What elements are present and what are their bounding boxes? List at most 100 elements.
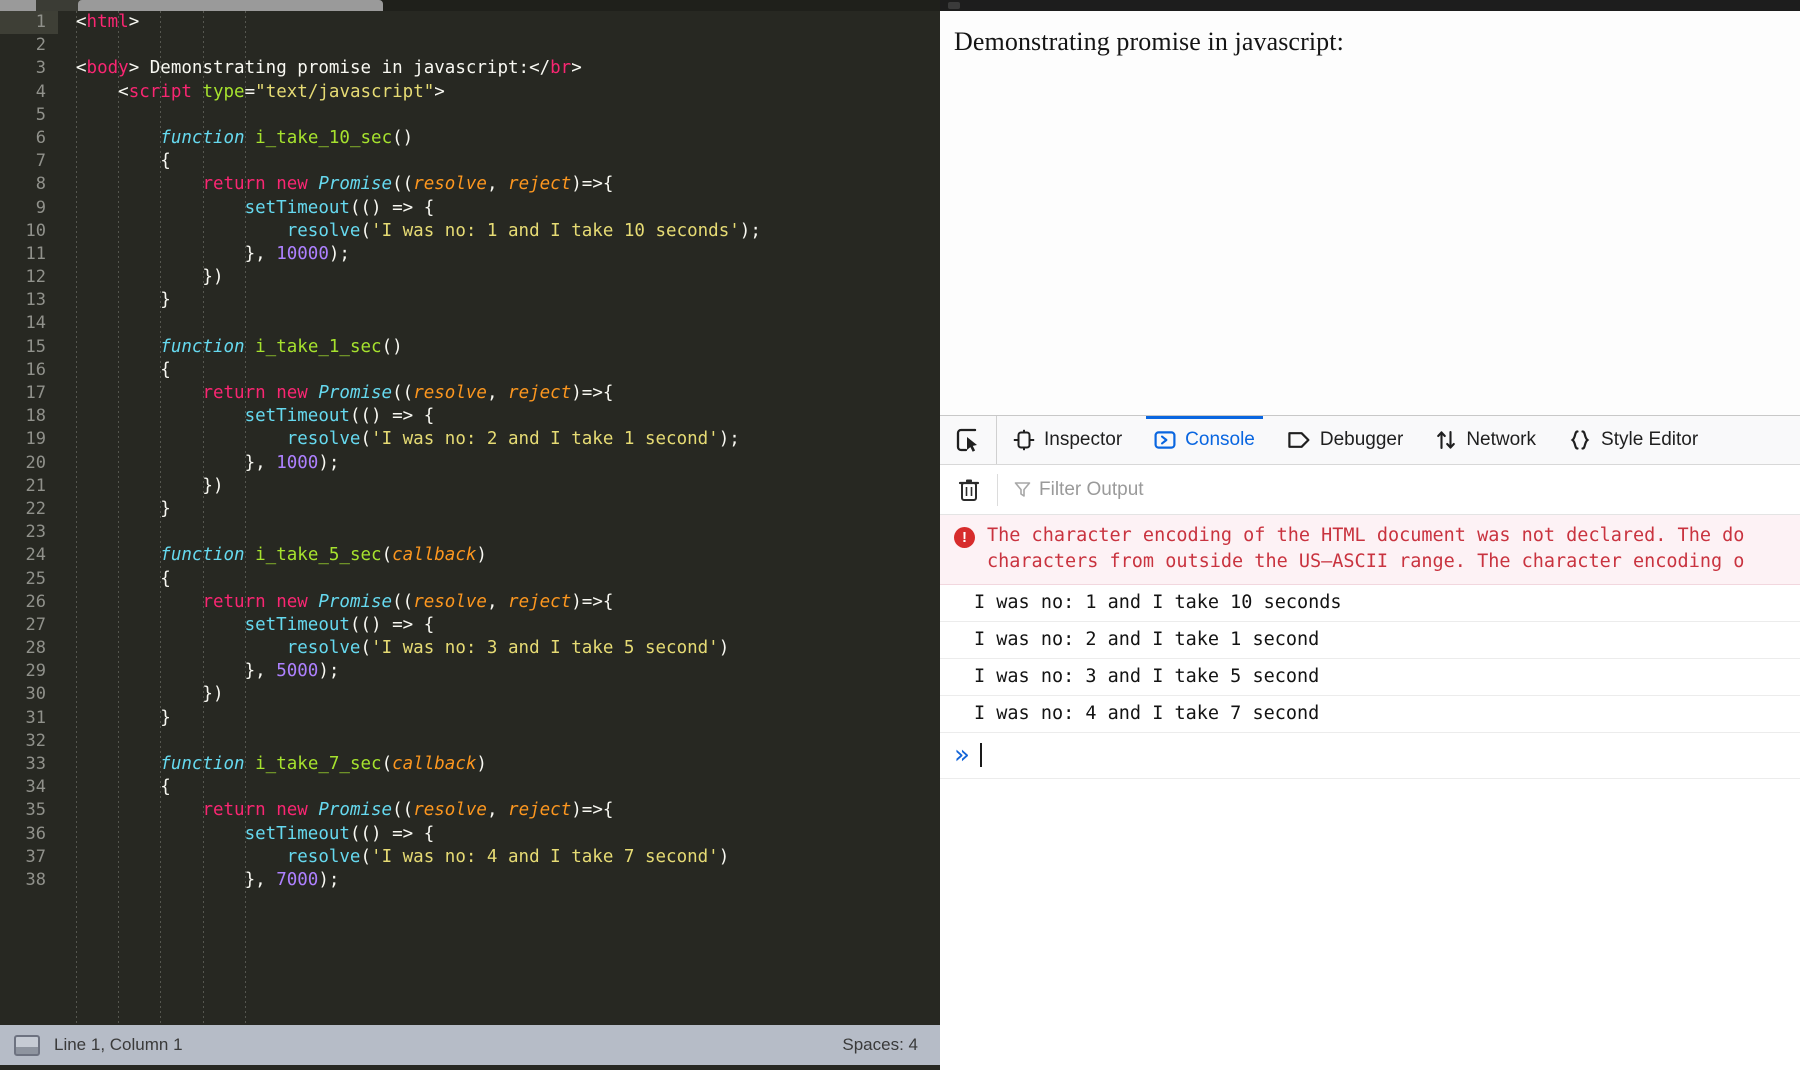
code-line[interactable]: } xyxy=(58,289,940,312)
editor-tab-active[interactable] xyxy=(36,0,82,11)
line-number: 28 xyxy=(25,638,46,659)
cursor-position-label[interactable]: Line 1, Column 1 xyxy=(54,1035,183,1055)
code-token: ( xyxy=(381,545,393,566)
code-line[interactable]: }) xyxy=(58,475,940,498)
editor-tab-bar[interactable] xyxy=(0,0,940,11)
code-area[interactable]: 1 2 3 4 5 6 7 8 9 10 11 12 13 14 15 16 17 18 19 20 21 22 23 24 2… xyxy=(0,11,940,1025)
tab-console[interactable]: Console xyxy=(1138,416,1271,464)
code-line[interactable]: } xyxy=(58,707,940,730)
code-line[interactable] xyxy=(58,730,940,753)
code-token: }, xyxy=(76,869,277,890)
filter-output-placeholder: Filter Output xyxy=(1039,478,1144,500)
code-token: function xyxy=(160,127,245,148)
line-number: 16 xyxy=(25,359,46,380)
code-token: 'I was no: 1 and I take 10 seconds' xyxy=(371,220,740,241)
code-line[interactable]: return new Promise((resolve, reject)=>{ xyxy=(58,799,940,822)
line-number: 27 xyxy=(25,614,46,635)
code-line[interactable]: { xyxy=(58,359,940,382)
tab-label: Inspector xyxy=(1044,429,1123,450)
tab-style-editor[interactable]: Style Editor xyxy=(1552,416,1714,464)
code-token: br xyxy=(550,58,572,79)
code-line[interactable]: return new Promise((resolve, reject)=>{ xyxy=(58,382,940,405)
code-line[interactable]: } xyxy=(58,498,940,521)
filter-output-input[interactable]: Filter Output xyxy=(1014,479,1144,501)
code-line[interactable]: resolve('I was no: 4 and I take 7 second… xyxy=(58,846,940,869)
console-prompt-chevron-icon: » xyxy=(954,740,970,770)
console-output[interactable]: ! The character encoding of the HTML docu… xyxy=(940,515,1800,733)
console-log-row[interactable]: I was no: 3 and I take 5 second xyxy=(940,659,1800,696)
browser-tab-stub[interactable] xyxy=(948,2,960,9)
code-line[interactable]: return new Promise((resolve, reject)=>{ xyxy=(58,591,940,614)
code-token: resolve xyxy=(286,429,361,450)
console-empty-space xyxy=(940,779,1800,1019)
code-line[interactable]: }, 10000); xyxy=(58,243,940,266)
code-token: resolve xyxy=(286,846,361,867)
element-picker-button[interactable] xyxy=(940,416,997,464)
code-line[interactable]: setTimeout(() => { xyxy=(58,823,940,846)
window-layout-icon[interactable] xyxy=(14,1034,40,1056)
line-number: 20 xyxy=(25,452,46,473)
code-token: Promise xyxy=(318,800,393,821)
console-prompt-row[interactable]: » xyxy=(940,733,1800,779)
code-line[interactable] xyxy=(58,521,940,544)
devtools-tab-list[interactable]: Inspector Console Debugger Network Style Edi… xyxy=(997,416,1714,464)
line-number: 14 xyxy=(25,313,46,334)
line-number: 18 xyxy=(25,406,46,427)
code-token: () xyxy=(392,127,414,148)
code-line[interactable]: { xyxy=(58,150,940,173)
code-line[interactable]: setTimeout(() => { xyxy=(58,614,940,637)
code-line[interactable]: { xyxy=(58,776,940,799)
devtools-panel: Inspector Console Debugger Network Style Edi… xyxy=(940,415,1800,1070)
console-log-row[interactable]: I was no: 2 and I take 1 second xyxy=(940,622,1800,659)
tab-network[interactable]: Network xyxy=(1419,416,1552,464)
code-token: )=>{ xyxy=(571,591,614,612)
console-error-row[interactable]: ! The character encoding of the HTML docu… xyxy=(940,515,1800,585)
code-token: (( xyxy=(392,591,414,612)
code-text[interactable]: <html> <body> Demonstrating promise in j… xyxy=(58,11,940,1025)
code-line[interactable]: }, 1000); xyxy=(58,452,940,475)
code-line[interactable]: setTimeout(() => { xyxy=(58,197,940,220)
code-token: { xyxy=(76,151,171,172)
code-token: { xyxy=(76,568,171,589)
console-log-row[interactable]: I was no: 4 and I take 7 second xyxy=(940,696,1800,733)
code-token: (( xyxy=(392,174,414,195)
code-token: > xyxy=(571,58,582,79)
code-line[interactable]: <html> xyxy=(58,11,940,34)
editor-tab-inactive[interactable] xyxy=(78,0,383,11)
code-line[interactable]: function i_take_10_sec() xyxy=(58,127,940,150)
console-log-row[interactable]: I was no: 1 and I take 10 seconds xyxy=(940,585,1800,622)
code-line[interactable]: }) xyxy=(58,266,940,289)
code-line[interactable]: return new Promise((resolve, reject)=>{ xyxy=(58,173,940,196)
clear-console-button[interactable] xyxy=(940,473,998,506)
code-line[interactable]: }, 5000); xyxy=(58,660,940,683)
tab-inspector[interactable]: Inspector xyxy=(997,416,1138,464)
code-line[interactable]: function i_take_5_sec(callback) xyxy=(58,544,940,567)
code-line[interactable]: resolve('I was no: 3 and I take 5 second… xyxy=(58,637,940,660)
code-line[interactable] xyxy=(58,104,940,127)
code-line[interactable]: resolve('I was no: 2 and I take 1 second… xyxy=(58,428,940,451)
line-number: 30 xyxy=(25,684,46,705)
code-line[interactable]: }, 7000); xyxy=(58,869,940,892)
code-line[interactable]: setTimeout(() => { xyxy=(58,405,940,428)
line-number: 17 xyxy=(25,383,46,403)
code-line[interactable]: function i_take_1_sec() xyxy=(58,336,940,359)
code-line[interactable] xyxy=(58,34,940,57)
code-line[interactable]: resolve('I was no: 1 and I take 10 secon… xyxy=(58,220,940,243)
code-line[interactable]: }) xyxy=(58,683,940,706)
tab-debugger[interactable]: Debugger xyxy=(1271,416,1419,464)
code-line[interactable] xyxy=(58,312,940,335)
code-line[interactable]: function i_take_7_sec(callback) xyxy=(58,753,940,776)
indent-setting-label[interactable]: Spaces: 4 xyxy=(842,1035,918,1055)
code-token: reject xyxy=(508,383,572,403)
code-line[interactable]: <body> Demonstrating promise in javascri… xyxy=(58,57,940,80)
code-token: "text/javascript" xyxy=(255,81,435,102)
console-icon xyxy=(1154,429,1176,451)
console-input-caret[interactable] xyxy=(979,743,982,767)
code-line[interactable]: { xyxy=(58,568,940,591)
code-token: (() => { xyxy=(349,406,435,427)
code-line[interactable]: <script type="text/javascript"> xyxy=(58,81,940,104)
